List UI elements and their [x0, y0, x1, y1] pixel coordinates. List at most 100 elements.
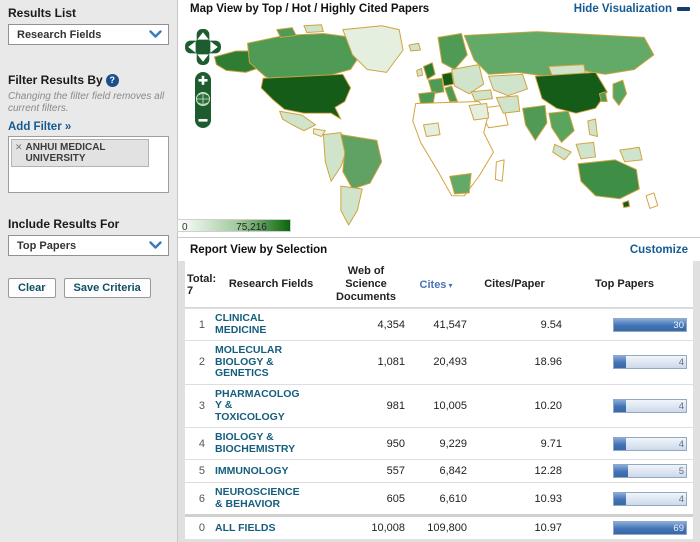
col-top-papers[interactable]: Top Papers — [562, 278, 691, 291]
remove-filter-icon[interactable]: ✕ — [15, 142, 23, 164]
zoom-control[interactable] — [194, 71, 212, 129]
top-papers-bar: 4 — [613, 398, 687, 413]
chevron-down-icon — [149, 30, 162, 39]
cites-cell: 10,005 — [433, 399, 467, 412]
top-papers-value: 69 — [673, 523, 684, 534]
docs-cell: 605 — [386, 492, 405, 505]
map-legend: 0 75,216 — [177, 218, 291, 233]
cites-cell: 6,610 — [439, 492, 467, 505]
cites-cell: 9,229 — [439, 437, 467, 450]
rank-cell: 6 — [198, 492, 205, 505]
col-wos-documents[interactable]: Web of Science Documents — [327, 265, 405, 304]
cites-per-paper-cell: 10.93 — [534, 492, 562, 505]
table-row: 1 CLINICAL MEDICINE 4,354 41,547 9.54 30 — [185, 308, 693, 340]
docs-cell: 4,354 — [377, 318, 405, 331]
add-filter-link[interactable]: Add Filter » — [8, 121, 169, 133]
filter-results-label: Filter Results By — [8, 73, 103, 87]
col-research-fields[interactable]: Research Fields — [215, 278, 327, 291]
world-map[interactable] — [178, 16, 700, 226]
map-controls — [184, 28, 222, 129]
rank-cell: 2 — [198, 356, 205, 369]
filter-note: Changing the filter field removes all cu… — [8, 91, 165, 115]
hide-visualization-link[interactable]: Hide Visualization — [574, 3, 690, 15]
cites-per-paper-cell: 10.20 — [534, 399, 562, 412]
top-papers-value: 5 — [678, 466, 684, 477]
include-results-value: Top Papers — [17, 239, 77, 252]
clear-button[interactable]: Clear — [8, 278, 56, 299]
cites-label: Cites — [419, 278, 447, 291]
docs-cell: 1,081 — [377, 356, 405, 369]
table-row: 3 PHARMACOLOG Y & TOXICOLOGY 981 10,005 … — [185, 383, 693, 427]
top-papers-value: 30 — [673, 319, 684, 331]
north-america — [214, 24, 404, 138]
cites-per-paper-cell: 18.96 — [534, 356, 562, 369]
table-row: 6 NEUROSCIENCE & BEHAVIOR 605 6,610 10.9… — [185, 482, 693, 514]
cites-per-paper-cell: 9.71 — [540, 437, 562, 450]
cites-per-paper-cell: 12.28 — [534, 465, 562, 477]
rank-cell: 5 — [198, 465, 205, 477]
field-link-clinical-medicine[interactable]: CLINICAL MEDICINE — [215, 312, 266, 336]
field-link-all-fields[interactable]: ALL FIELDS — [215, 522, 275, 535]
rank-cell: 0 — [198, 522, 205, 534]
zoom-out-icon[interactable] — [198, 119, 208, 122]
rank-cell: 1 — [198, 318, 205, 331]
top-papers-bar: 4 — [613, 491, 687, 506]
sort-desc-icon: ▾ — [448, 280, 453, 290]
minus-icon — [677, 7, 690, 11]
docs-cell: 981 — [386, 399, 405, 412]
zoom-in-icon-v[interactable] — [201, 75, 205, 85]
include-results-dropdown[interactable]: Top Papers — [8, 235, 169, 257]
cites-cell: 20,493 — [433, 356, 467, 369]
asia — [463, 31, 655, 163]
table-row-all-fields: 0 ALL FIELDS 10,008 109,800 10.97 69 — [185, 514, 693, 539]
top-papers-bar: 69 — [613, 521, 687, 535]
field-link-pharmacology-toxicology[interactable]: PHARMACOLOG Y & TOXICOLOGY — [215, 388, 300, 424]
table-row: 2 MOLECULAR BIOLOGY & GENETICS 1,081 20,… — [185, 340, 693, 384]
top-papers-value: 4 — [678, 357, 684, 369]
field-link-neuroscience-behavior[interactable]: NEUROSCIENCE & BEHAVIOR — [215, 486, 300, 510]
docs-cell: 557 — [386, 465, 405, 477]
table-header-row: Total: 7 Research Fields Web of Science … — [185, 261, 693, 308]
cites-per-paper-cell: 9.54 — [540, 318, 562, 331]
table-row: 5 IMMUNOLOGY 557 6,842 12.28 5 — [185, 459, 693, 482]
results-list-heading: Results List — [8, 6, 77, 20]
legend-min-value: 0 — [182, 221, 188, 233]
col-cites[interactable]: Cites ▾ — [405, 279, 467, 291]
main-content: Map View by Top / Hot / Highly Cited Pap… — [177, 0, 700, 542]
table-row: 4 BIOLOGY & BIOCHEMISTRY 950 9,229 9.71 … — [185, 427, 693, 459]
filter-results-heading: Filter Results By? — [8, 73, 169, 88]
top-papers-bar: 4 — [613, 436, 687, 451]
legend-max-value: 75,216 — [236, 221, 267, 233]
results-list-value: Research Fields — [17, 28, 102, 41]
save-criteria-button[interactable]: Save Criteria — [63, 278, 151, 299]
map-section-header: Map View by Top / Hot / Highly Cited Pap… — [178, 0, 700, 16]
total-header: Total: 7 — [185, 273, 216, 297]
col-cites-per-paper[interactable]: Cites/Paper — [467, 278, 562, 291]
rank-cell: 3 — [198, 399, 205, 412]
field-link-molecular-biology-genetics[interactable]: MOLECULAR BIOLOGY & GENETICS — [215, 344, 282, 380]
south-america — [322, 132, 383, 226]
docs-cell: 10,008 — [371, 522, 405, 534]
oceania — [577, 159, 659, 210]
total-label: Total: — [187, 272, 217, 285]
help-icon[interactable]: ? — [105, 74, 119, 88]
cites-sort-header[interactable]: Cites ▾ — [420, 279, 453, 291]
map-title: Map View by Top / Hot / Highly Cited Pap… — [190, 3, 430, 15]
filter-chip[interactable]: ✕ ANHUI MEDICAL UNIVERSITY — [11, 139, 149, 168]
total-value: 7 — [187, 284, 194, 297]
top-papers-value: 4 — [678, 493, 684, 505]
cites-per-paper-cell: 10.97 — [534, 522, 562, 534]
cites-cell: 109,800 — [427, 522, 467, 534]
rank-cell: 4 — [198, 437, 205, 450]
filter-chip-label: ANHUI MEDICAL UNIVERSITY — [25, 142, 106, 165]
results-list-dropdown[interactable]: Research Fields — [8, 24, 169, 45]
cites-cell: 6,842 — [439, 465, 467, 477]
include-results-heading: Include Results For — [8, 217, 120, 232]
chevron-down-icon — [149, 241, 162, 250]
filter-box: ✕ ANHUI MEDICAL UNIVERSITY — [8, 136, 169, 194]
hide-visualization-label: Hide Visualization — [573, 3, 672, 15]
top-papers-bar: 30 — [613, 317, 687, 332]
field-link-immunology[interactable]: IMMUNOLOGY — [215, 465, 289, 478]
pan-control[interactable] — [184, 28, 222, 66]
field-link-biology-biochemistry[interactable]: BIOLOGY & BIOCHEMISTRY — [215, 431, 295, 455]
